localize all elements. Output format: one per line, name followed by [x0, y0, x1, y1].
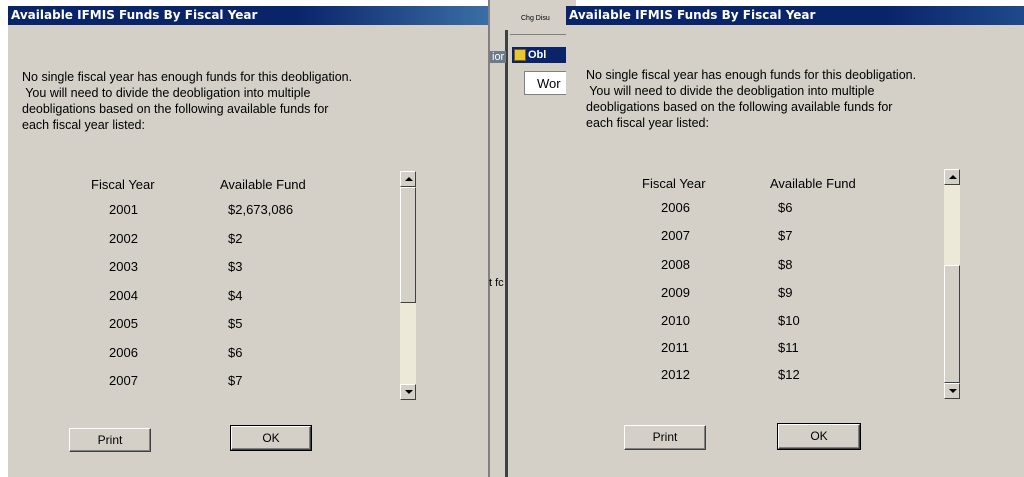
left-fund-cell: $2,673,086 — [228, 202, 294, 217]
left-ok-button[interactable]: OK — [230, 425, 312, 451]
left-year-cell: 2003 — [109, 259, 138, 274]
background-divider — [488, 0, 490, 477]
left-scroll-down-button[interactable] — [400, 384, 416, 400]
right-fund-cell: $9 — [778, 285, 793, 300]
scroll-up-arrow-icon — [405, 177, 413, 181]
left-scroll-up-button[interactable] — [400, 171, 416, 187]
background-side-label: ior — [490, 51, 507, 63]
right-scroll-thumb[interactable] — [944, 265, 960, 383]
left-fund-cell: $4 — [228, 288, 243, 303]
scroll-down-arrow-icon — [405, 390, 413, 394]
right-scroll-up-button[interactable] — [944, 169, 960, 185]
left-message-line-4: each fiscal year listed: — [22, 118, 145, 132]
left-fund-cell: $7 — [228, 373, 243, 388]
right-col-fiscal-year: Fiscal Year — [642, 176, 706, 191]
right-dialog: Available IFMIS Funds By Fiscal Year No … — [566, 6, 1024, 477]
right-ok-button[interactable]: OK — [777, 423, 861, 450]
right-fund-cell: $8 — [778, 257, 793, 272]
right-year-cell: 2009 — [661, 285, 690, 300]
right-year-cell: 2008 — [661, 257, 690, 272]
right-dialog-title: Available IFMIS Funds By Fiscal Year — [566, 6, 1024, 25]
right-year-cell: 2006 — [661, 200, 690, 215]
left-year-cell: 2004 — [109, 288, 138, 303]
left-fund-cell: $2 — [228, 231, 243, 246]
left-scrollbar[interactable] — [400, 171, 416, 400]
right-message-line-4: each fiscal year listed: — [586, 116, 709, 130]
right-fund-cell: $7 — [778, 228, 793, 243]
left-year-cell: 2006 — [109, 345, 138, 360]
left-col-fiscal-year: Fiscal Year — [91, 177, 155, 192]
right-print-button[interactable]: Print — [624, 425, 706, 450]
left-fund-cell: $5 — [228, 316, 243, 331]
left-col-available-fund: Available Fund — [220, 177, 306, 192]
right-fund-cell: $12 — [778, 367, 800, 382]
left-fund-cell: $6 — [228, 345, 243, 360]
scroll-down-arrow-icon — [949, 389, 957, 393]
left-year-cell: 2001 — [109, 202, 138, 217]
right-scroll-down-button[interactable] — [944, 383, 960, 399]
background-side-label: t fc — [489, 277, 504, 289]
chg-disu-button[interactable]: Chg Disu — [521, 15, 550, 22]
window-app-icon — [514, 49, 526, 62]
right-year-cell: 2011 — [661, 340, 689, 355]
right-year-cell: 2012 — [661, 367, 690, 382]
scroll-up-arrow-icon — [949, 175, 957, 179]
background-window-title-text: Obl — [528, 49, 547, 61]
left-year-cell: 2002 — [109, 231, 138, 246]
left-year-cell: 2005 — [109, 316, 138, 331]
right-scrollbar[interactable] — [944, 169, 960, 399]
left-fund-cell: $3 — [228, 259, 243, 274]
background-divider — [505, 30, 508, 477]
right-year-cell: 2007 — [661, 228, 690, 243]
right-fund-cell: $6 — [778, 200, 793, 215]
right-fund-cell: $11 — [778, 340, 799, 355]
left-year-cell: 2007 — [109, 373, 138, 388]
right-year-cell: 2010 — [661, 313, 690, 328]
left-scroll-thumb[interactable] — [400, 187, 416, 303]
left-dialog: Available IFMIS Funds By Fiscal Year No … — [8, 6, 488, 477]
left-dialog-title: Available IFMIS Funds By Fiscal Year — [8, 6, 488, 25]
left-print-button[interactable]: Print — [69, 428, 151, 452]
right-col-available-fund: Available Fund — [770, 176, 856, 191]
right-fund-cell: $10 — [778, 313, 800, 328]
